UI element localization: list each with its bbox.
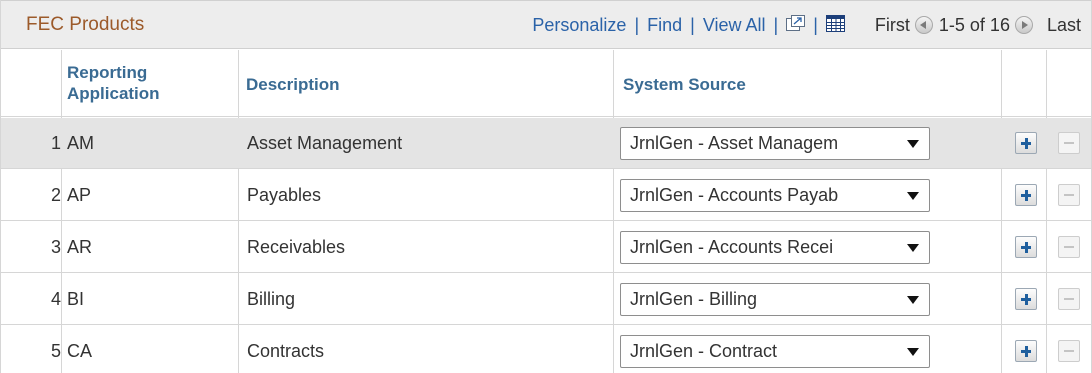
system-source-value: JrnlGen - Asset Managem [630,133,839,153]
system-source-value: JrnlGen - Accounts Recei [630,237,834,257]
last-label: Last [1046,15,1081,35]
column-header-reporting-application[interactable]: Reporting Application [67,62,160,104]
system-source-select[interactable]: JrnlGen - Contract [620,335,930,368]
system-source-value: JrnlGen - Contract [630,341,778,361]
zoom-window-icon[interactable] [786,15,806,32]
reporting-application-value: AR [67,237,93,257]
row-number: 1 [50,133,61,153]
delete-row-icon [1058,132,1080,154]
next-arrow-icon[interactable] [1014,15,1033,34]
row-number: 3 [50,237,61,257]
view-all-link[interactable]: View All [703,15,766,36]
table-row[interactable]: 2 AP Payables JrnlGen - Accounts Payab [1,170,1091,221]
dropdown-arrow-icon [907,296,919,304]
table-row[interactable]: 4 BI Billing JrnlGen - Billing [1,274,1091,325]
description-value: Billing [247,289,296,309]
system-source-value: JrnlGen - Billing [630,289,758,309]
column-header-row: Reporting Application Description System… [1,50,1091,117]
delete-row-icon [1058,340,1080,362]
grid-title-bar: FEC Products Personalize | Find | View A… [1,0,1091,49]
row-number: 5 [50,341,61,361]
fec-products-grid: FEC Products Personalize | Find | View A… [0,0,1092,373]
add-row-icon[interactable] [1015,288,1037,310]
reporting-application-value: AP [67,185,92,205]
grid-title: FEC Products [26,14,145,35]
nav-separator: | [634,15,640,35]
system-source-select[interactable]: JrnlGen - Billing [620,283,930,316]
delete-row-icon [1058,184,1080,206]
delete-row-icon [1058,288,1080,310]
description-value: Receivables [247,237,346,257]
add-row-icon[interactable] [1015,340,1037,362]
add-row-icon[interactable] [1015,184,1037,206]
description-value: Asset Management [247,133,403,153]
header-line: Application [67,84,160,103]
grid-navigation: Personalize | Find | View All | | First … [532,15,1081,36]
dropdown-arrow-icon [907,192,919,200]
system-source-value: JrnlGen - Accounts Payab [630,185,839,205]
header-line: Reporting [67,63,148,82]
table-row[interactable]: 5 CA Contracts JrnlGen - Contract [1,326,1091,373]
reporting-application-value: CA [67,341,93,361]
first-label: First [874,15,910,35]
system-source-select[interactable]: JrnlGen - Accounts Recei [620,231,930,264]
description-value: Contracts [247,341,325,361]
dropdown-arrow-icon [907,140,919,148]
table-row[interactable]: 1 AM Asset Management JrnlGen - Asset Ma… [1,118,1091,169]
add-row-icon[interactable] [1015,236,1037,258]
previous-arrow-icon[interactable] [914,15,933,34]
system-source-select[interactable]: JrnlGen - Asset Managem [620,127,930,160]
nav-separator: | [690,15,695,35]
add-row-icon[interactable] [1015,132,1037,154]
delete-row-icon [1058,236,1080,258]
table-row[interactable]: 3 AR Receivables JrnlGen - Accounts Rece… [1,222,1091,273]
reporting-application-value: AM [67,133,94,153]
find-link[interactable]: Find [647,15,682,36]
nav-separator: | [773,15,779,35]
description-value: Payables [247,185,322,205]
column-header-description[interactable]: Description [246,74,340,95]
row-number: 4 [50,289,61,309]
dropdown-arrow-icon [907,348,919,356]
row-number: 2 [50,185,61,205]
nav-separator: | [813,15,818,35]
column-header-system-source[interactable]: System Source [623,74,746,95]
system-source-select[interactable]: JrnlGen - Accounts Payab [620,179,930,212]
download-spreadsheet-icon[interactable] [825,15,845,32]
row-range: 1-5 of 16 [938,15,1010,35]
dropdown-arrow-icon [907,244,919,252]
reporting-application-value: BI [67,289,85,309]
personalize-link[interactable]: Personalize [532,15,626,36]
